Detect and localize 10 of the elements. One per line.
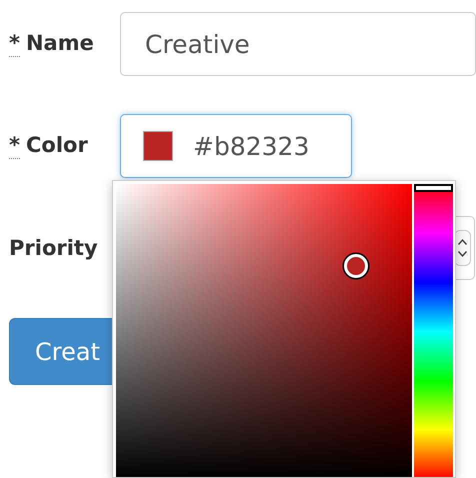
field-label: Color: [26, 133, 88, 158]
saturation-value-area[interactable]: [116, 184, 412, 477]
color-swatch: [143, 131, 173, 161]
color-field[interactable]: #b82323: [120, 114, 352, 178]
picker-handle[interactable]: [344, 254, 368, 278]
name-field[interactable]: Creative: [120, 12, 476, 76]
hue-handle[interactable]: [414, 184, 453, 192]
field-label: Name: [26, 31, 94, 56]
field-label: Priority: [9, 236, 98, 260]
hue-slider[interactable]: [414, 184, 453, 477]
